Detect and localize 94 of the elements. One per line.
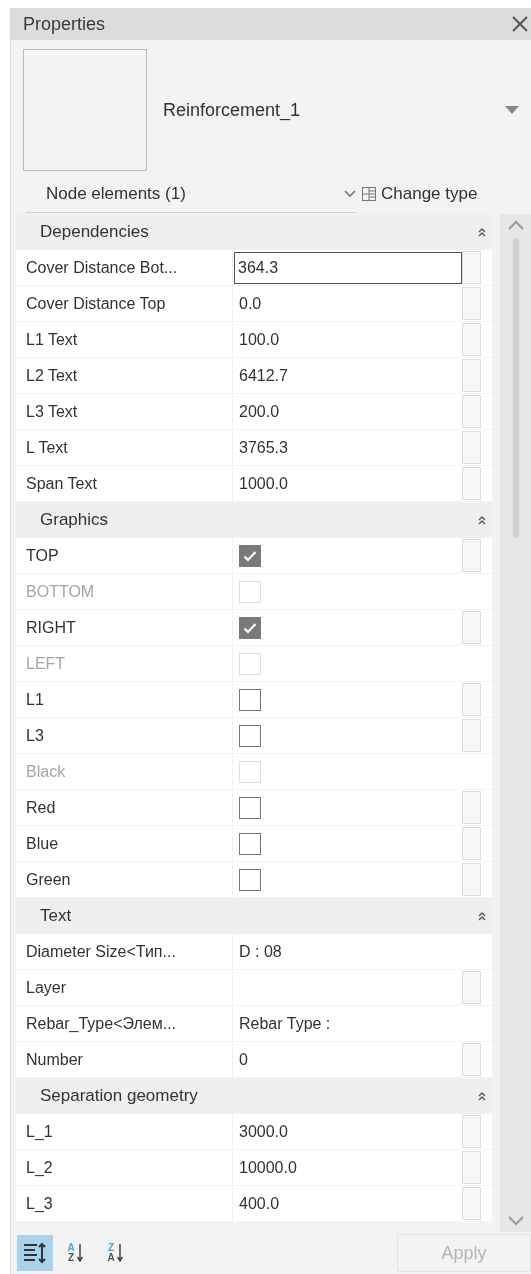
filter-dropdown[interactable]: Node elements (1) xyxy=(26,175,356,213)
type-name[interactable]: Reinforcement_1 xyxy=(163,99,505,121)
side-button[interactable] xyxy=(462,1115,481,1148)
change-type-button[interactable]: Change type xyxy=(362,184,478,204)
side-button[interactable] xyxy=(462,539,481,572)
property-value: 6412.7 xyxy=(239,366,288,385)
side-button[interactable] xyxy=(462,1187,481,1220)
section-header[interactable]: Text xyxy=(16,898,492,934)
property-label: L1 Text xyxy=(25,330,79,349)
categorized-icon xyxy=(23,1242,47,1264)
side-button[interactable] xyxy=(462,719,481,752)
section-title: Text xyxy=(40,906,72,926)
section-title: Separation geometry xyxy=(40,1086,198,1106)
section-header[interactable]: Dependencies xyxy=(16,214,492,250)
panel-title: Properties xyxy=(23,13,106,35)
property-label: L2 Text xyxy=(25,366,79,385)
property-label: L3 Text xyxy=(25,402,79,421)
side-button[interactable] xyxy=(462,971,481,1004)
property-label: L Text xyxy=(25,438,69,457)
toolbar-button[interactable] xyxy=(17,1235,53,1271)
property-label: LEFT xyxy=(25,654,67,673)
property-value: 0 xyxy=(239,1050,248,1069)
checkbox[interactable] xyxy=(239,688,261,711)
check-icon xyxy=(243,549,257,562)
scroll-down-icon[interactable] xyxy=(507,1216,524,1226)
side-button[interactable] xyxy=(462,359,481,392)
side-button[interactable] xyxy=(462,287,481,320)
arrow-down-icon xyxy=(116,1244,123,1262)
checkbox[interactable] xyxy=(239,868,261,891)
chevron-icon xyxy=(344,189,356,198)
check-icon xyxy=(243,621,257,634)
property-label: Span Text xyxy=(25,474,98,493)
section-header[interactable]: Graphics xyxy=(16,502,492,538)
scroll-up-icon[interactable] xyxy=(507,220,524,230)
side-button[interactable] xyxy=(462,323,481,356)
property-label: Black xyxy=(25,762,67,781)
property-label: Cover Distance Top xyxy=(25,294,167,313)
property-value: 0.0 xyxy=(239,294,262,313)
property-value: 1000.0 xyxy=(239,474,288,493)
property-label: Blue xyxy=(25,834,60,853)
section-header[interactable]: Separation geometry xyxy=(16,1078,492,1114)
property-value: 400.0 xyxy=(239,1194,280,1213)
checkbox[interactable] xyxy=(239,796,261,819)
section-title: Graphics xyxy=(40,510,109,530)
property-label: Layer xyxy=(25,978,68,997)
checkbox[interactable] xyxy=(239,724,261,747)
side-button[interactable] xyxy=(462,863,481,896)
property-value: 3765.3 xyxy=(239,438,288,457)
side-button[interactable] xyxy=(462,431,481,464)
side-button[interactable] xyxy=(462,791,481,824)
property-label: Red xyxy=(25,798,57,817)
caret-icon[interactable] xyxy=(505,105,519,115)
property-label: Rebar_Type<Элем... xyxy=(25,1014,178,1033)
side-button[interactable] xyxy=(462,251,481,284)
property-label: Diameter Size<Тип... xyxy=(25,942,177,961)
side-button[interactable] xyxy=(462,467,481,500)
property-label: Cover Distance Bot... xyxy=(25,258,179,277)
side-button[interactable] xyxy=(462,611,481,644)
property-value: 3000.0 xyxy=(239,1122,288,1141)
property-label: L_3 xyxy=(25,1194,54,1213)
property-label: RIGHT xyxy=(25,618,77,637)
sort-letters: A Z xyxy=(67,1243,75,1263)
checkbox[interactable] xyxy=(239,616,261,639)
side-button[interactable] xyxy=(462,1151,481,1184)
property-value: 200.0 xyxy=(239,402,280,421)
property-value: 10000.0 xyxy=(239,1158,297,1177)
grid-icon xyxy=(362,187,376,201)
checkbox[interactable] xyxy=(239,544,261,567)
toolbar-button[interactable]: A Z xyxy=(57,1235,93,1271)
collapse-icon[interactable] xyxy=(478,911,486,921)
sort-letters: Z A xyxy=(107,1243,115,1263)
property-label: Number xyxy=(25,1050,84,1069)
toolbar-button[interactable]: Z A xyxy=(97,1235,133,1271)
property-label: TOP xyxy=(25,546,60,565)
collapse-icon[interactable] xyxy=(478,227,486,237)
property-value: D : 08 xyxy=(239,942,282,961)
property-label: L_1 xyxy=(25,1122,54,1141)
checkbox[interactable] xyxy=(239,832,261,855)
collapse-icon[interactable] xyxy=(478,1091,486,1101)
property-value: Rebar Type : xyxy=(239,1014,331,1033)
section-title: Dependencies xyxy=(40,222,149,242)
property-label: L3 xyxy=(25,726,45,745)
value-input[interactable]: 364.3 xyxy=(234,251,462,284)
side-button[interactable] xyxy=(462,827,481,860)
collapse-icon[interactable] xyxy=(478,515,486,525)
property-label: L1 xyxy=(25,690,45,709)
side-button[interactable] xyxy=(462,683,481,716)
property-label: L_2 xyxy=(25,1158,54,1177)
side-button[interactable] xyxy=(462,1043,481,1076)
property-label: Green xyxy=(25,870,72,889)
property-label: BOTTOM xyxy=(25,582,96,601)
side-button[interactable] xyxy=(462,395,481,428)
arrow-down-icon xyxy=(76,1244,83,1262)
property-value: 100.0 xyxy=(239,330,280,349)
